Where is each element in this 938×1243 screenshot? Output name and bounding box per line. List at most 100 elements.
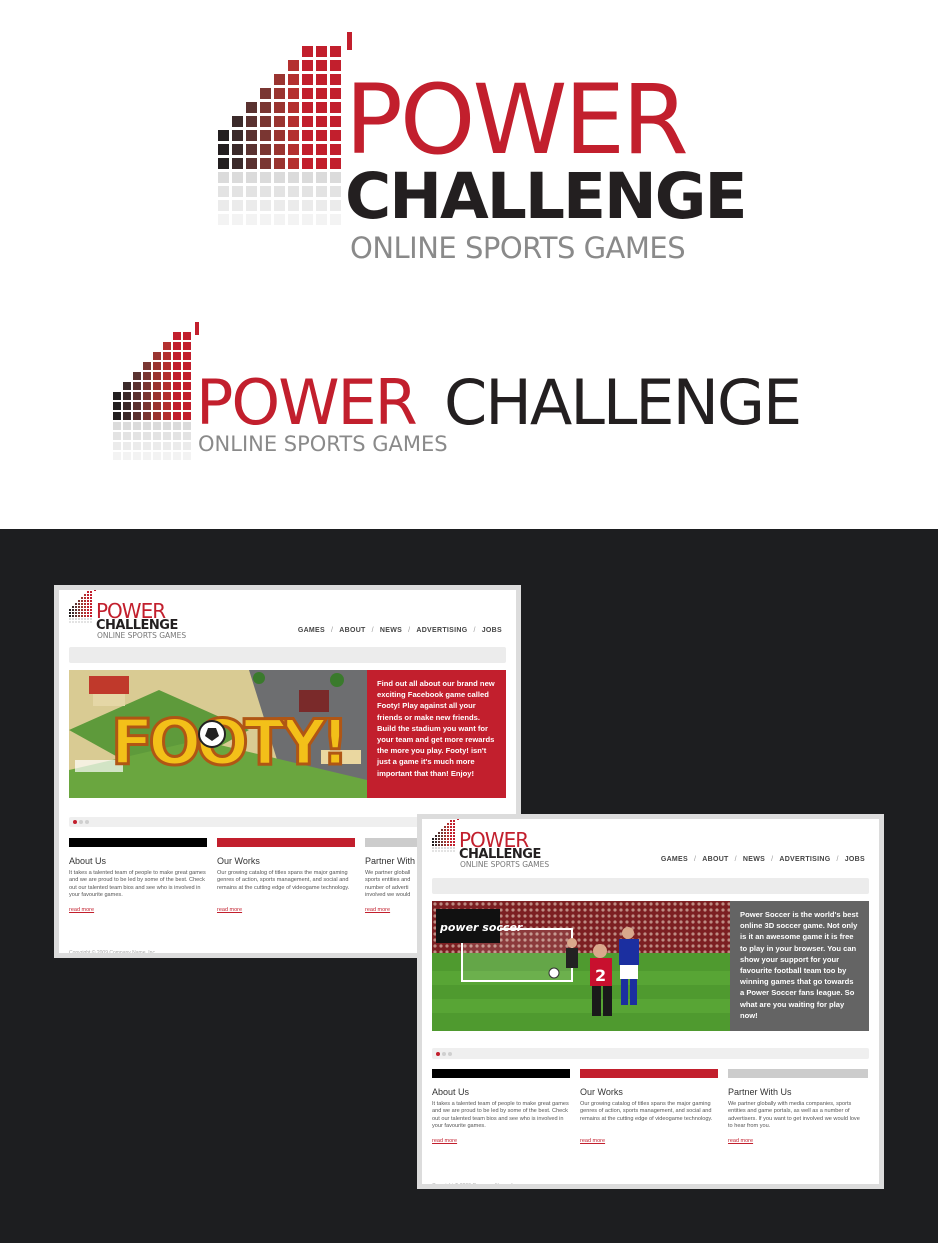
logo-pixel [123,382,131,390]
logo-pixel [84,600,86,602]
nav-news[interactable]: NEWS [380,627,402,634]
slider-dot[interactable] [79,820,83,824]
logo-pixel [260,158,271,169]
logo-pixel [274,102,285,113]
logo-pixel [153,412,161,420]
logo-pixel [183,352,191,360]
logo-pixel [435,835,437,837]
logo-pixel [90,612,92,614]
logo-pixel [330,144,341,155]
nav-games[interactable]: GAMES [661,856,688,863]
logo-pixel [183,372,191,380]
column-text-about: It takes a talented team of people to ma… [432,1101,569,1130]
logo-pixel [78,615,80,617]
mockup-nav: GAMES / ABOUT / NEWS / ADVERTISING / JOBS [298,627,502,634]
read-more-link[interactable]: read more [728,1138,753,1144]
logo-pixel-reflection [274,200,285,211]
logo-pixel [163,362,171,370]
logo-pixel-reflection [113,442,121,450]
read-more-link[interactable]: read more [432,1138,457,1144]
nav-about[interactable]: ABOUT [702,856,728,863]
nav-separator: / [408,627,411,634]
logo-pixel-reflection [438,847,440,849]
logo-pixel-reflection [143,432,151,440]
logo-pixel [163,382,171,390]
soccer-illustration: power soccer 2 [432,901,730,1031]
logo-pixel [81,603,83,605]
logo-pixel [81,609,83,611]
logo-pixel [447,838,449,840]
slider-dot[interactable] [448,1051,452,1056]
logo-pixel [288,158,299,169]
column-title-about: About Us [432,1087,470,1097]
read-more-link[interactable]: read more [69,907,94,913]
logo-pixel [330,74,341,85]
logo-pixel-reflection [123,452,131,460]
logo-pixel-reflection [87,618,89,620]
logo-pixel [123,412,131,420]
footy-banner-image[interactable]: FOOTY! [69,670,367,798]
logo-pixel [163,342,171,350]
read-more-link[interactable]: read more [580,1138,605,1144]
column-text-partner: We partner globally with media companies… [728,1101,860,1130]
slider-dot-active[interactable] [436,1051,440,1056]
logo-pixel [444,829,446,831]
nav-jobs[interactable]: JOBS [482,627,502,634]
slider-dot-active[interactable] [73,820,77,824]
logo-pixel [274,144,285,155]
logo-pixel [218,130,229,141]
logo-pixel [260,130,271,141]
nav-games[interactable]: GAMES [298,627,325,634]
logo-pixel [316,158,327,169]
logo-pixel [316,130,327,141]
logo-pixel [435,841,437,843]
nav-advertising[interactable]: ADVERTISING [779,856,830,863]
logo-pixel [302,158,313,169]
logo-pixel [441,844,443,846]
logo-pixel [450,829,452,831]
read-more-link[interactable]: read more [217,907,242,913]
column-text-about: It takes a talented team of people to ma… [69,870,206,899]
power-soccer-banner-image[interactable]: power soccer 2 [432,901,730,1031]
logo-pixel [302,46,313,57]
logo-pixel [81,597,83,599]
nav-news[interactable]: NEWS [743,856,765,863]
logo-pixel-reflection [123,432,131,440]
logo-pixel [453,826,455,828]
logo-pixel [163,412,171,420]
logo-pixel [302,74,313,85]
logo-pixel [72,615,74,617]
logo-pixel-reflection [69,618,71,620]
logo-pixel [316,74,327,85]
copyright-text: Copyright © 2009 Company Name, Inc. [69,950,157,956]
read-more-link[interactable]: read more [365,907,390,913]
logo-pixel-reflection [453,850,455,852]
mockup-logo-tagline: ONLINE SPORTS GAMES [460,860,550,869]
logo-pixel [441,838,443,840]
logo-pixel [163,352,171,360]
logo-pixel [246,158,257,169]
mockup-search-strip [432,878,869,894]
logo-pixel [450,826,452,828]
nav-about[interactable]: ABOUT [339,627,365,634]
logo-pixel-mark [0,300,200,529]
mockup-logo-tagline: ONLINE SPORTS GAMES [97,631,187,640]
logo-pixel [246,102,257,113]
logo-pixel [78,603,80,605]
logo-pixel-reflection [75,621,77,623]
column-title-partner: Partner With Us [728,1087,792,1097]
nav-advertising[interactable]: ADVERTISING [416,627,467,634]
column-title-works: Our Works [580,1087,623,1097]
logo-pixel [447,826,449,828]
logo-pixel-reflection [450,850,452,852]
logo-pixel-reflection [84,621,86,623]
nav-jobs[interactable]: JOBS [845,856,865,863]
logo-pixel [173,412,181,420]
footy-promo-text: Find out all about our brand new excitin… [367,670,506,798]
slider-dot[interactable] [85,820,89,824]
logo-pixel-reflection [183,422,191,430]
logo-pixel-reflection [274,214,285,225]
logo-pixel [232,130,243,141]
logo-pixel [302,60,313,71]
slider-dot[interactable] [442,1051,446,1056]
